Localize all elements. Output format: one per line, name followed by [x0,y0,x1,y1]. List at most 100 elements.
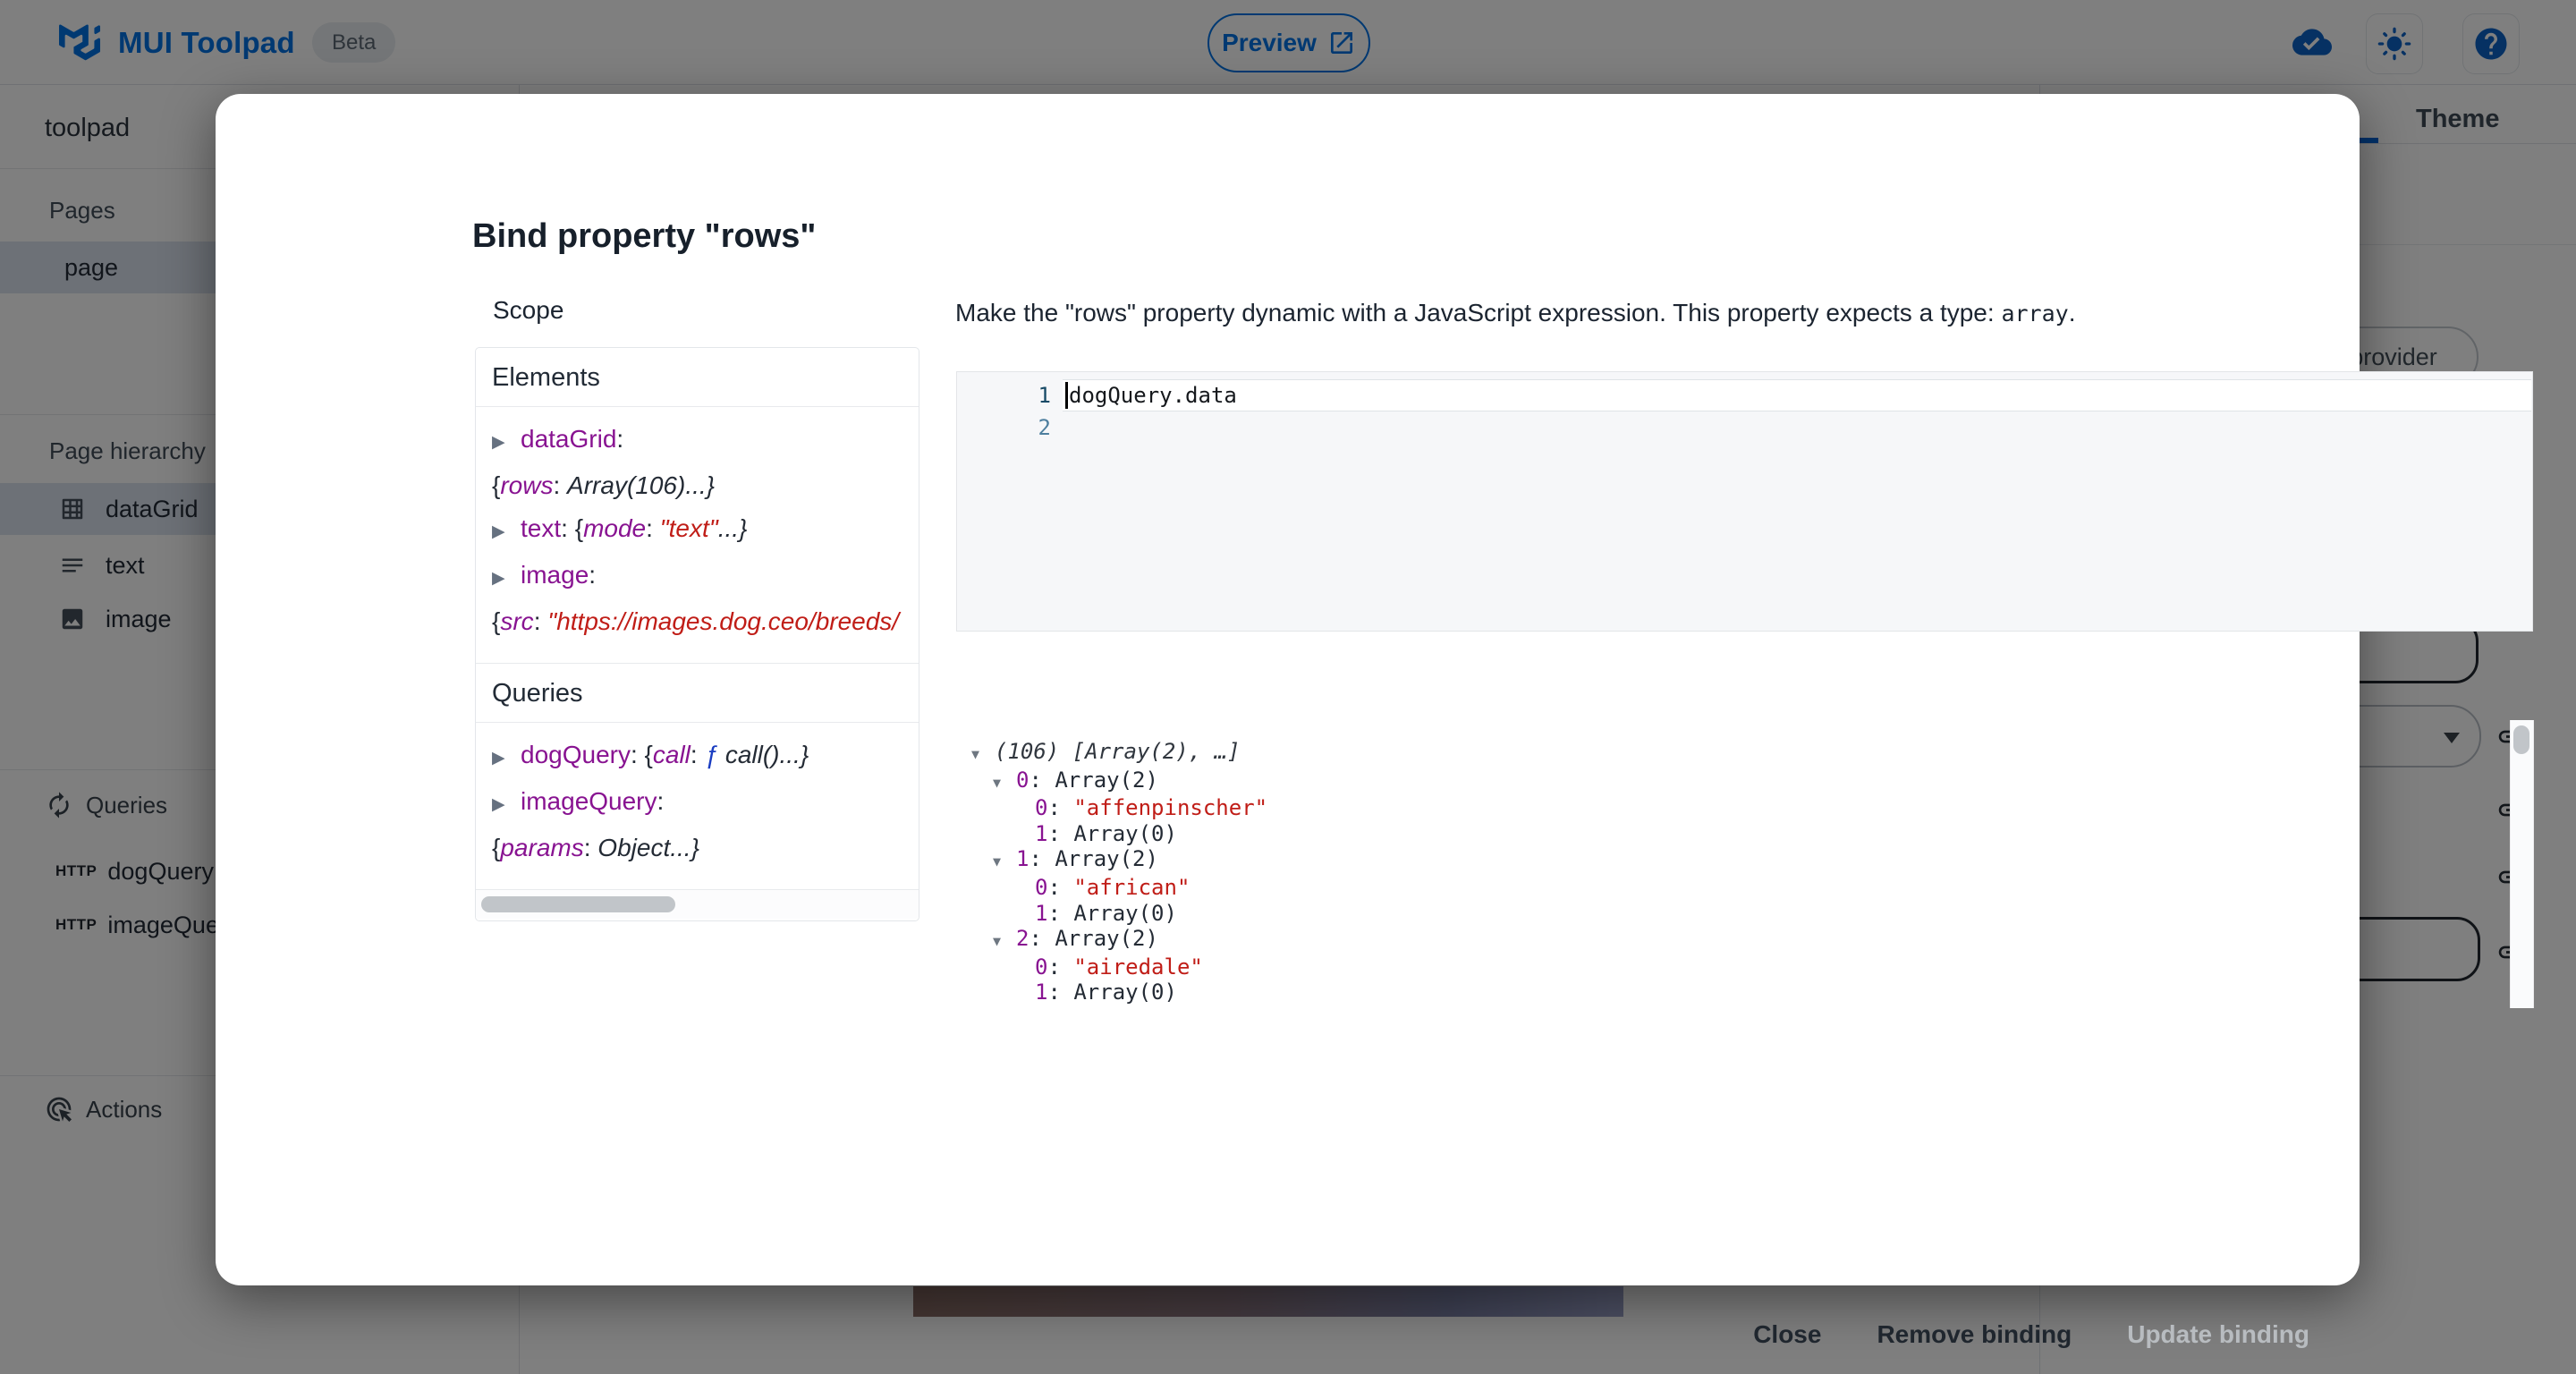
tree-row[interactable]: ▼2: Array(2) [971,926,2505,954]
code-expression: dogQuery.data [1069,379,1237,411]
tree-token: : [691,741,705,768]
tree-row[interactable]: ▼3: Array(2) [971,1005,2505,1006]
toolpad-app-window: MUI Toolpad Beta Preview toolpad Pages [0,0,2576,1374]
tree-token: ...} [718,514,748,542]
tree-row[interactable]: ▶text: {mode: "text"...} [492,507,919,554]
tree-row[interactable]: 1: Array(0) [971,980,2505,1005]
tree-token: 0 [1035,875,1047,900]
tree-row[interactable]: ▶image: [492,554,919,600]
tree-token: imageQuery [521,787,657,815]
tree-token: : [584,834,598,861]
line-number: 1 [957,379,1051,411]
tree-token: rows [500,471,553,499]
tree-row[interactable]: ▼0: Array(2) [971,768,2505,796]
tree-token: "text" [660,514,718,542]
tree-token: Array(2) [1055,846,1158,871]
tree-row[interactable]: 0: "african" [971,875,2505,901]
expand-arrow-icon[interactable]: ▼ [993,849,1016,875]
tree-token: Array(106) [567,471,685,499]
expand-arrow-icon[interactable]: ▼ [993,770,1016,796]
tree-row[interactable]: {params: Object...} [492,827,919,869]
tree-token: ...} [670,834,699,861]
tree-row[interactable]: {src: "https://images.dog.ceo/breeds/ [492,600,919,643]
tree-token: mode [583,514,646,542]
elements-header: Elements [476,348,919,407]
tree-token: ...} [780,741,809,768]
tree-row[interactable]: 0: "affenpinscher" [971,795,2505,821]
tree-token: dogQuery [521,741,631,768]
expand-arrow-icon[interactable]: ▶ [492,784,521,827]
close-button[interactable]: Close [1733,1306,1841,1363]
horizontal-scrollbar[interactable] [476,889,919,919]
expected-type: array [2001,301,2068,327]
tree-token: Array(0) [1073,901,1177,926]
tree-row[interactable]: ▶dogQuery: {call: ƒ call()...} [492,734,919,780]
tree-token: "airedale" [1073,954,1203,980]
tree-token: : [616,425,623,453]
tree-token: { [575,514,583,542]
scrollbar-thumb[interactable] [2513,725,2529,754]
tree-row[interactable]: 1: Array(0) [971,901,2505,927]
tree-token: { [492,834,500,861]
tree-token: : [589,561,596,589]
tree-token: call [653,741,691,768]
tree-token: { [492,471,500,499]
tree-token: 1 [1035,980,1047,1005]
tree-token: text [521,514,561,542]
expand-arrow-icon[interactable]: ▶ [492,737,521,780]
tree-token: call() [718,741,779,768]
active-line-highlight [1063,379,2531,411]
tree-token: { [492,607,500,635]
tree-token: : [657,787,665,815]
tree-token: image [521,561,589,589]
scrollbar-thumb[interactable] [481,896,675,912]
vertical-scrollbar[interactable] [2510,720,2534,1008]
tree-token: Array(2) [1055,768,1158,793]
tree-token: : [1047,954,1073,980]
tree-token: : [1047,875,1073,900]
tree-token: : [646,514,660,542]
description-text: Make the "rows" property dynamic with a … [955,299,2001,327]
tree-row[interactable]: 1: Array(0) [971,821,2505,847]
tree-token: : [1029,926,1055,951]
tree-token: Array(0) [1073,980,1177,1005]
queries-tree: ▶dogQuery: {call: ƒ call()...}▶imageQuer… [476,723,919,889]
text-cursor [1065,382,1068,409]
remove-binding-button[interactable]: Remove binding [1857,1306,2091,1363]
line-number-gutter: 1 2 [957,379,1051,444]
tree-token: src [500,607,533,635]
tree-token: 1 [1035,821,1047,846]
tree-row[interactable]: {rows: Array(106)...} [492,464,919,507]
tree-token: "affenpinscher" [1073,795,1267,820]
tree-row[interactable]: ▼(106) [Array(2), …] [971,739,2505,768]
scope-label: Scope [493,296,564,325]
tree-token: params [500,834,583,861]
tree-token: 0 [1016,768,1029,793]
tree-token: : [1047,901,1073,926]
expand-arrow-icon[interactable]: ▼ [993,929,1016,954]
tree-token: { [645,741,653,768]
tree-row[interactable]: ▶imageQuery: [492,780,919,827]
tree-token: 1 [1035,901,1047,926]
tree-token: : [1047,795,1073,820]
tree-token: Object [597,834,670,861]
dialog-description: Make the "rows" property dynamic with a … [955,299,2075,327]
expand-arrow-icon[interactable]: ▶ [492,511,521,554]
tree-row[interactable]: 0: "airedale" [971,954,2505,980]
tree-row[interactable]: ▼1: Array(2) [971,846,2505,875]
tree-token: ...} [685,471,715,499]
tree-token: 0 [1035,795,1047,820]
tree-token: : [561,514,575,542]
update-binding-button[interactable]: Update binding [2107,1306,2329,1363]
queries-header: Queries [476,663,919,723]
expand-arrow-icon[interactable]: ▶ [492,557,521,600]
tree-token: "https://images.dog.ceo/breeds/ [547,607,899,635]
tree-token: 2 [1016,926,1029,951]
expand-arrow-icon[interactable]: ▶ [492,421,521,464]
expand-arrow-icon[interactable]: ▼ [971,742,995,768]
code-editor[interactable]: 1 2 dogQuery.data [956,371,2533,632]
tree-token: (106) [Array(2), …] [995,739,1241,764]
bind-property-dialog: Bind property "rows" Scope Elements ▶dat… [216,94,2360,1285]
tree-row[interactable]: ▶dataGrid: [492,418,919,464]
tree-token: : [631,741,645,768]
